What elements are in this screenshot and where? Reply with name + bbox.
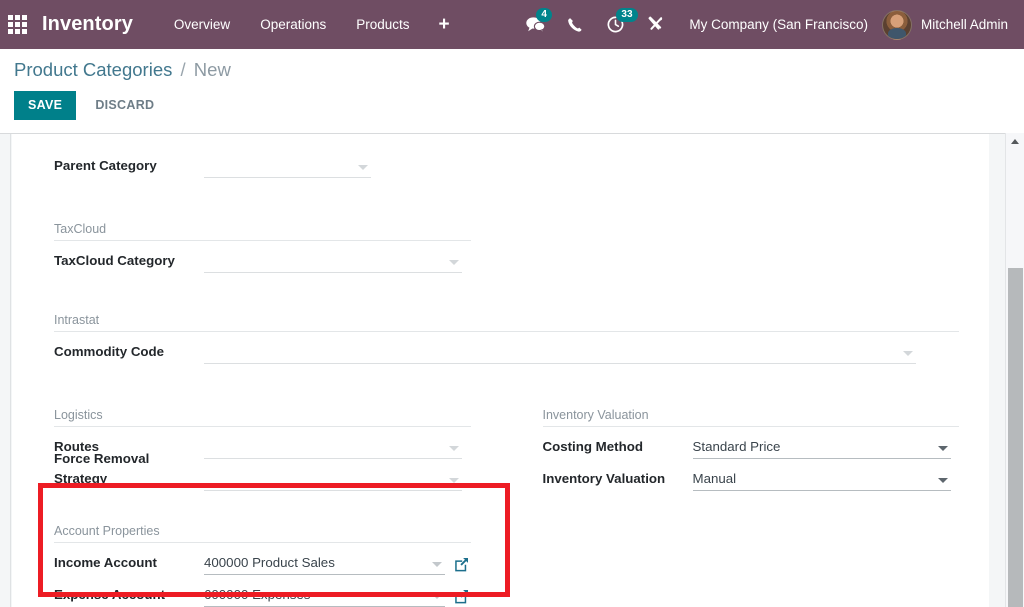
logistics-group-title: Logistics — [54, 408, 471, 427]
form-body: Parent Category TaxCloud TaxCloud Catego… — [12, 134, 989, 607]
messages-badge: 4 — [536, 8, 552, 22]
scrollbar-thumb[interactable] — [1008, 268, 1023, 607]
breadcrumb-separator: / — [181, 59, 186, 80]
income-account-value: 400000 Product Sales — [204, 553, 445, 573]
intrastat-col: Intrastat Commodity Code — [12, 313, 989, 364]
chevron-down-icon[interactable] — [938, 478, 948, 483]
avatar — [882, 10, 912, 40]
field-force-removal-strategy: Force Removal Strategy — [54, 463, 471, 491]
parent-category-row: Parent Category — [12, 134, 989, 178]
field-commodity-code: Commodity Code — [54, 336, 959, 364]
app-brand-inventory[interactable]: Inventory — [42, 13, 133, 36]
logistics-col: Logistics Routes Force Removal Strategy — [12, 408, 501, 491]
nav-menu-products[interactable]: Products — [341, 0, 424, 49]
breadcrumb: Product Categories / New — [14, 59, 231, 81]
field-parent-category: Parent Category — [54, 150, 471, 178]
income-account-input[interactable]: 400000 Product Sales — [204, 553, 445, 575]
control-panel: Product Categories / New SAVE DISCARD — [0, 49, 1024, 133]
form-action-buttons: SAVE DISCARD — [14, 91, 168, 120]
user-menu[interactable]: Mitchell Admin — [882, 10, 1014, 40]
intrastat-group: Intrastat Commodity Code — [12, 273, 989, 364]
nav-menu-operations[interactable]: Operations — [245, 0, 341, 49]
routes-input[interactable] — [204, 437, 462, 459]
commodity-code-label: Commodity Code — [54, 342, 204, 364]
activity-clock-icon[interactable]: 33 — [595, 0, 635, 49]
taxcloud-category-input[interactable] — [204, 251, 462, 273]
parent-category-label: Parent Category — [54, 156, 204, 178]
expense-account-label: Expense Account — [54, 585, 204, 607]
chevron-down-icon[interactable] — [449, 446, 459, 451]
company-switcher[interactable]: My Company (San Francisco) — [675, 0, 882, 49]
apps-grid-glyph — [8, 15, 27, 34]
costing-method-value: Standard Price — [693, 437, 951, 457]
costing-method-select[interactable]: Standard Price — [693, 437, 951, 459]
activity-badge: 33 — [616, 8, 637, 22]
inventory-valuation-group-title: Inventory Valuation — [543, 408, 960, 427]
chevron-down-icon[interactable] — [432, 594, 442, 599]
field-inventory-valuation: Inventory Valuation Manual — [543, 463, 960, 491]
inventory-valuation-col: Inventory Valuation Costing Method Stand… — [501, 408, 990, 491]
inventory-valuation-select[interactable]: Manual — [693, 469, 951, 491]
tools-icon[interactable] — [635, 0, 675, 49]
form-sheet: Parent Category TaxCloud TaxCloud Catego… — [12, 134, 989, 607]
chevron-down-icon[interactable] — [449, 478, 459, 483]
field-income-account: Income Account 400000 Product Sales — [54, 547, 471, 575]
breadcrumb-current-new: New — [194, 59, 231, 80]
scrollbar-track[interactable] — [1006, 150, 1024, 607]
sheet-left-gutter — [0, 134, 11, 607]
phone-icon[interactable] — [555, 0, 595, 49]
taxcloud-group: TaxCloud TaxCloud Category — [12, 178, 989, 273]
account-properties-group-title: Account Properties — [54, 524, 471, 543]
taxcloud-category-label: TaxCloud Category — [54, 251, 204, 273]
logistics-valuation-row: Logistics Routes Force Removal Strategy — [12, 364, 989, 491]
parent-category-col: Parent Category — [12, 146, 501, 178]
inventory-valuation-label: Inventory Valuation — [543, 469, 693, 491]
expense-account-input[interactable]: 600000 Expenses — [204, 585, 445, 607]
top-navbar: Inventory Overview Operations Products +… — [0, 0, 1024, 49]
nav-menu-overview[interactable]: Overview — [159, 0, 245, 49]
nav-add-button[interactable]: + — [425, 0, 464, 49]
taxcloud-col: TaxCloud TaxCloud Category — [12, 222, 501, 273]
income-account-external-link-icon[interactable] — [445, 553, 471, 575]
parent-category-input[interactable] — [204, 156, 371, 178]
systray: 4 33 My Company (San Francisco) Mitc — [515, 0, 1024, 49]
field-taxcloud-category: TaxCloud Category — [54, 245, 471, 273]
costing-method-label: Costing Method — [543, 437, 693, 459]
intrastat-group-title: Intrastat — [54, 313, 959, 332]
parent-category-col-right — [501, 146, 990, 178]
save-button[interactable]: SAVE — [14, 91, 76, 120]
chevron-down-icon[interactable] — [358, 165, 368, 170]
taxcloud-col-right — [501, 222, 990, 273]
breadcrumb-product-categories[interactable]: Product Categories — [14, 59, 172, 80]
chevron-down-icon[interactable] — [903, 351, 913, 356]
field-costing-method: Costing Method Standard Price — [543, 431, 960, 459]
account-properties-col-right — [501, 524, 990, 607]
commodity-code-input[interactable] — [204, 342, 916, 364]
apps-grid-icon[interactable] — [0, 0, 30, 49]
field-expense-account: Expense Account 600000 Expenses — [54, 579, 471, 607]
discard-button[interactable]: DISCARD — [81, 91, 168, 120]
force-removal-strategy-label: Force Removal Strategy — [54, 449, 204, 491]
form-scroll-area: Parent Category TaxCloud TaxCloud Catego… — [0, 133, 1024, 607]
chevron-down-icon[interactable] — [449, 260, 459, 265]
vertical-scrollbar[interactable] — [1005, 133, 1024, 607]
username-label: Mitchell Admin — [921, 17, 1008, 32]
inventory-valuation-value: Manual — [693, 469, 951, 489]
force-removal-strategy-input[interactable] — [204, 469, 462, 491]
expense-account-external-link-icon[interactable] — [445, 585, 471, 607]
chevron-down-icon[interactable] — [938, 446, 948, 451]
chevron-down-icon[interactable] — [432, 562, 442, 567]
account-properties-row: Account Properties Income Account 400000… — [12, 491, 989, 607]
account-properties-col: Account Properties Income Account 400000… — [12, 524, 501, 607]
taxcloud-group-title: TaxCloud — [54, 222, 471, 241]
income-account-label: Income Account — [54, 553, 204, 575]
messages-icon[interactable]: 4 — [515, 0, 555, 49]
scroll-up-arrow-icon[interactable] — [1006, 133, 1024, 150]
expense-account-value: 600000 Expenses — [204, 585, 445, 605]
